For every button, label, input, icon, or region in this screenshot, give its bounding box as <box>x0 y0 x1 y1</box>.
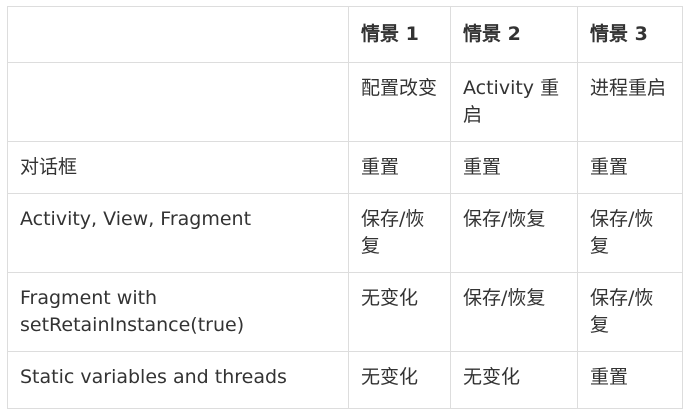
cell-scenario-2: 保存/恢复 <box>450 193 578 273</box>
row-label: Static variables and threads <box>7 351 349 409</box>
header-cell-scenario-2: 情景 2 <box>450 6 578 63</box>
header-cell-scenario-3: 情景 3 <box>577 6 683 63</box>
row-label: Fragment with setRetainInstance(true) <box>7 272 349 352</box>
table-row: 对话框 重置 重置 重置 <box>7 141 683 194</box>
cell-scenario-1: 无变化 <box>348 351 451 409</box>
cell-scenario-3: 重置 <box>577 141 683 194</box>
table-row: Static variables and threads 无变化 无变化 重置 <box>7 351 683 409</box>
row-label: 对话框 <box>7 141 349 194</box>
table-row: Activity, View, Fragment 保存/恢复 保存/恢复 保存/… <box>7 193 683 273</box>
lifecycle-table: 情景 1 情景 2 情景 3 配置改变 Activity 重启 进程重启 对话框… <box>7 6 683 409</box>
header-cell-empty <box>7 6 349 63</box>
cell-scenario-1: 保存/恢复 <box>348 193 451 273</box>
cell-scenario-2: 重置 <box>450 141 578 194</box>
cell-scenario-3: 保存/恢复 <box>577 193 683 273</box>
cell-scenario-3: 保存/恢复 <box>577 272 683 352</box>
cell-scenario-3: 重置 <box>577 351 683 409</box>
header-cell-scenario-1: 情景 1 <box>348 6 451 63</box>
cell-scenario-2: 无变化 <box>450 351 578 409</box>
cell-scenario-2: 保存/恢复 <box>450 272 578 352</box>
table-subheader-row: 配置改变 Activity 重启 进程重启 <box>7 62 683 142</box>
subheader-cell-empty <box>7 62 349 142</box>
subheader-cell-scenario-3: 进程重启 <box>577 62 683 142</box>
cell-scenario-1: 重置 <box>348 141 451 194</box>
table-header-row: 情景 1 情景 2 情景 3 <box>7 6 683 63</box>
row-label: Activity, View, Fragment <box>7 193 349 273</box>
cell-scenario-1: 无变化 <box>348 272 451 352</box>
subheader-cell-scenario-2: Activity 重启 <box>450 62 578 142</box>
page: 情景 1 情景 2 情景 3 配置改变 Activity 重启 进程重启 对话框… <box>0 0 686 409</box>
subheader-cell-scenario-1: 配置改变 <box>348 62 451 142</box>
table-row: Fragment with setRetainInstance(true) 无变… <box>7 272 683 352</box>
